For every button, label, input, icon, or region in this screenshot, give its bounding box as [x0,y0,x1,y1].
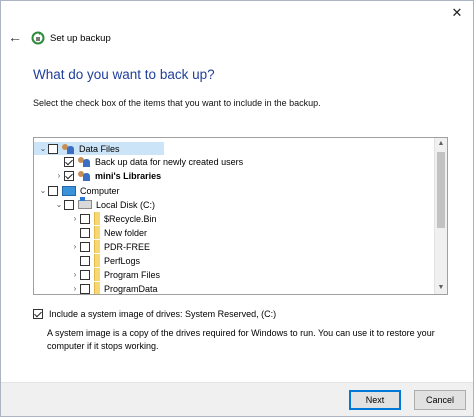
backup-items-tree[interactable]: ⌄ Data Files Back up data for newly create… [33,137,448,295]
title-bar: ✕ ← Set up backup [1,1,473,45]
chevron-right-icon[interactable]: › [70,214,80,223]
tree-item-label: PDR-FREE [104,241,151,252]
close-button[interactable]: ✕ [445,3,469,23]
tree-item-label: Computer [80,185,120,196]
next-button[interactable]: Next [349,390,401,410]
drive-icon [78,197,92,209]
setup-backup-window: ✕ ← Set up backup What do you want to ba… [0,0,474,417]
users-icon [62,143,75,154]
tree-item-checkbox[interactable] [64,170,74,181]
tree-item[interactable]: › Program Files [34,268,160,281]
folder-icon [94,240,100,253]
backup-app-icon [31,31,45,45]
chevron-down-icon[interactable]: ⌄ [54,200,64,209]
tree-item-checkbox[interactable] [80,241,90,252]
chevron-right-icon[interactable]: › [70,270,80,279]
folder-icon [94,268,100,281]
chevron-right-icon[interactable]: › [70,242,80,251]
users-icon [78,170,91,181]
cancel-button[interactable]: Cancel [414,390,466,410]
window-title: Set up backup [50,33,111,44]
tree-item[interactable]: PerfLogs [34,254,140,267]
tree-item-label: Program Files [104,269,161,280]
chevron-down-icon[interactable]: ⌄ [38,186,48,195]
tree-item[interactable]: › PDR-FREE [34,240,150,253]
chevron-down-icon[interactable]: ⌄ [38,144,48,153]
back-arrow-icon[interactable]: ← [7,29,23,45]
scroll-up-arrow-icon[interactable]: ▲ [435,138,447,150]
folder-icon [94,212,100,225]
folder-icon [94,282,100,294]
tree-item-label: Back up data for newly created users [95,156,244,167]
tree-item-checkbox[interactable] [80,255,90,266]
page-heading: What do you want to back up? [33,67,215,82]
system-image-option[interactable]: Include a system image of drives: System… [33,309,276,319]
tree-item-label: New folder [104,227,148,238]
computer-icon [62,185,76,196]
tree-item[interactable]: ⌄ Local Disk (C:) [34,197,156,211]
tree-item-checkbox[interactable] [80,283,90,294]
tree-item-label: Data Files [79,143,120,154]
tree-item-label: PerfLogs [104,255,141,266]
chevron-right-icon[interactable]: › [70,284,80,293]
tree-item-checkbox[interactable] [48,185,58,196]
tree-item-label: Local Disk (C:) [96,199,156,210]
system-image-checkbox[interactable] [33,309,43,319]
tree-item-checkbox[interactable] [80,269,90,280]
scroll-down-arrow-icon[interactable]: ▼ [435,282,447,294]
instruction-text: Select the check box of the items that y… [33,98,321,108]
tree-item-checkbox[interactable] [64,156,74,167]
users-icon [78,156,91,167]
scroll-thumb[interactable] [437,152,445,228]
tree-item-label: $Recycle.Bin [104,213,157,224]
tree-item-label: mini's Libraries [95,170,162,181]
tree-item[interactable]: › $Recycle.Bin [34,212,157,225]
system-image-description: A system image is a copy of the drives r… [47,328,435,351]
tree-item[interactable]: › ProgramData [34,282,158,294]
tree-item[interactable]: New folder [34,226,147,239]
tree-list: ⌄ Data Files Back up data for newly create… [34,138,434,294]
tree-item-checkbox[interactable] [48,143,58,154]
tree-item[interactable]: Back up data for newly created users [34,155,243,168]
tree-item-label: ProgramData [104,283,158,294]
chevron-right-icon[interactable]: › [54,171,64,180]
dialog-footer: Next Cancel [1,382,473,416]
tree-item-checkbox[interactable] [64,199,74,210]
system-image-label: Include a system image of drives: System… [49,309,277,319]
vertical-scrollbar[interactable]: ▲ ▼ [434,138,447,294]
folder-icon [94,226,100,239]
tree-item[interactable]: › mini's Libraries [34,169,161,182]
tree-item-checkbox[interactable] [80,227,90,238]
tree-item-checkbox[interactable] [80,213,90,224]
tree-item[interactable]: ⌄ Computer [34,184,120,197]
folder-icon [94,254,100,267]
tree-item[interactable]: ⌄ Data Files [34,142,164,155]
